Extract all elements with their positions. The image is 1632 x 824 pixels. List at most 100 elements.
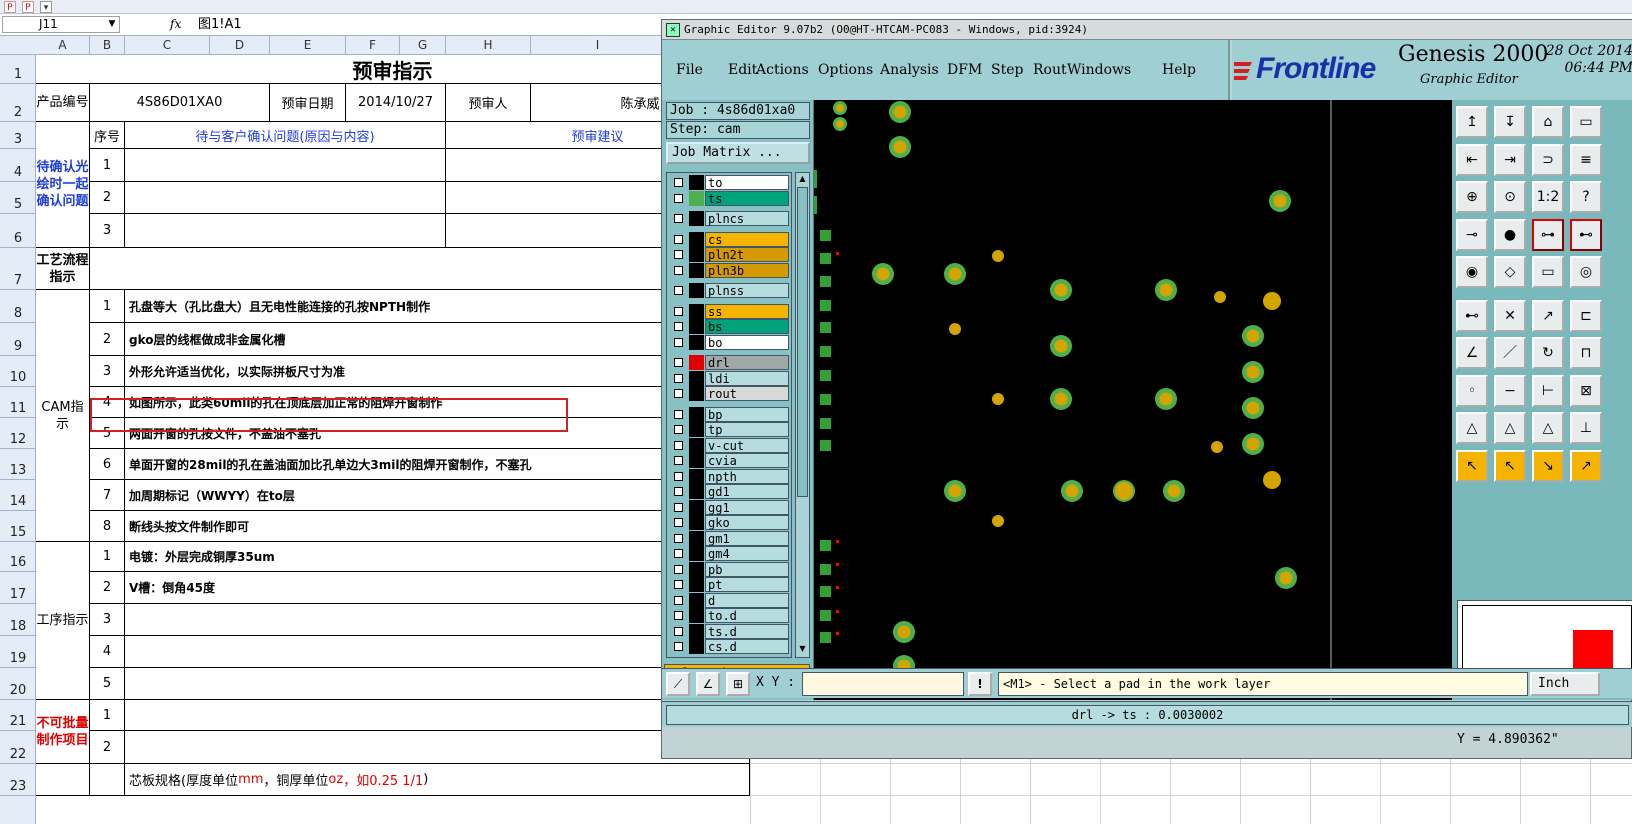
pad-center[interactable] xyxy=(1246,401,1260,415)
layer-checkbox[interactable] xyxy=(674,178,683,187)
pad-center[interactable] xyxy=(893,140,907,154)
layer-name[interactable]: d xyxy=(705,592,789,608)
layer-row[interactable]: cvia xyxy=(667,453,791,468)
layer-name[interactable]: ss xyxy=(705,303,789,319)
marker-dot[interactable] xyxy=(836,610,839,613)
layer-checkbox[interactable] xyxy=(674,471,683,481)
layer-checkbox[interactable] xyxy=(674,595,683,605)
layer-checkbox[interactable] xyxy=(674,502,683,512)
pad-center[interactable] xyxy=(948,484,962,498)
layer-color-swatch[interactable] xyxy=(689,303,704,319)
layer-checkbox[interactable] xyxy=(674,456,683,465)
process-item-cell[interactable] xyxy=(125,636,750,668)
copy-icon[interactable]: ◦ xyxy=(1456,374,1488,407)
link-icon[interactable]: ⊷ xyxy=(1570,218,1602,251)
smd-pad[interactable] xyxy=(820,230,831,241)
process-flow-label-cell[interactable]: 工艺流程指示 xyxy=(36,248,90,290)
arc-icon[interactable]: ⊓ xyxy=(1570,337,1602,369)
product-label-cell[interactable]: 产品编号 xyxy=(36,84,90,122)
layer-row[interactable]: ts.d xyxy=(667,623,791,639)
layer-name[interactable]: gd1 xyxy=(705,484,789,499)
layer-color-swatch[interactable] xyxy=(689,319,704,334)
pad-center[interactable] xyxy=(893,105,907,119)
circle-icon[interactable]: ◎ xyxy=(1570,256,1602,288)
layer-row[interactable]: gm4 xyxy=(667,546,791,561)
resize-icon[interactable]: ⊢ xyxy=(1532,374,1564,407)
drill-pad[interactable] xyxy=(1211,441,1223,453)
marker-dot[interactable] xyxy=(836,252,839,255)
perp-icon[interactable]: ⊥ xyxy=(1570,412,1602,444)
pan-icon[interactable]: ⊃ xyxy=(1532,143,1564,176)
layer-checkbox[interactable] xyxy=(674,265,683,275)
grid-icon[interactable]: ⊞ xyxy=(726,672,750,696)
process-seq-cell[interactable]: 1 xyxy=(90,542,125,572)
not-batch-seq-cell[interactable]: 2 xyxy=(90,731,125,764)
layer-row[interactable]: rout xyxy=(667,386,791,401)
triangle-fill-icon[interactable]: △ xyxy=(1532,412,1564,444)
scale-icon[interactable]: 1:2 xyxy=(1532,181,1564,213)
reviewer-label-cell[interactable]: 预审人 xyxy=(446,84,531,122)
job-matrix-button[interactable]: Job Matrix ... xyxy=(666,142,810,164)
triangle-icon[interactable]: △ xyxy=(1456,412,1488,444)
layer-color-swatch[interactable] xyxy=(689,437,704,453)
layer-checkbox[interactable] xyxy=(674,549,683,558)
layer-name[interactable]: plnss xyxy=(705,283,789,298)
menu-options[interactable]: Options xyxy=(818,40,873,100)
drill-pad[interactable] xyxy=(992,393,1004,405)
confirm-issue-cell[interactable] xyxy=(125,214,446,248)
cam-seq-cell[interactable]: 8 xyxy=(90,511,125,542)
pad-center[interactable] xyxy=(1246,437,1260,451)
layer-name[interactable]: pln2t xyxy=(705,247,789,262)
smd-pad[interactable] xyxy=(820,394,831,405)
layer-row[interactable]: v-cut xyxy=(667,437,791,453)
process-seq-cell[interactable]: 4 xyxy=(90,636,125,668)
alert-icon[interactable]: ! xyxy=(968,672,992,696)
pad-center[interactable] xyxy=(876,267,890,281)
menu-file[interactable]: File xyxy=(676,40,703,100)
layer-name[interactable]: ts.d xyxy=(705,623,789,639)
xy-input[interactable] xyxy=(802,672,964,696)
confirm-label-cell[interactable]: 待确认光绘时一起确认问题 xyxy=(36,122,90,248)
layer-row[interactable]: bp xyxy=(667,406,791,422)
bracket-icon[interactable]: ⊏ xyxy=(1570,299,1602,332)
edge-trace[interactable] xyxy=(814,170,817,188)
process-label-cell[interactable]: 工序指示 xyxy=(36,542,90,700)
layer-color-swatch[interactable] xyxy=(689,577,704,592)
layer-row[interactable]: tp xyxy=(667,422,791,437)
layer-name[interactable]: gm4 xyxy=(705,546,789,561)
process-item-cell[interactable] xyxy=(125,604,750,636)
layer-checkbox[interactable] xyxy=(674,234,683,244)
menu-windows[interactable]: Windows xyxy=(1067,40,1131,100)
confirm-seq-cell[interactable]: 1 xyxy=(90,149,125,182)
layer-checkbox[interactable] xyxy=(674,214,683,223)
confirm-seq-cell[interactable]: 2 xyxy=(90,182,125,214)
smd-pad[interactable] xyxy=(820,322,831,333)
drill-pad-large[interactable] xyxy=(1115,482,1133,500)
smd-pad[interactable] xyxy=(820,564,831,575)
layer-row[interactable]: plncs xyxy=(667,211,791,226)
pad-center[interactable] xyxy=(1246,329,1260,343)
process-seq-cell[interactable]: 5 xyxy=(90,668,125,700)
smd-pad[interactable] xyxy=(820,610,831,621)
zoom-center-icon[interactable]: ⊙ xyxy=(1494,181,1526,213)
cam-item-cell[interactable]: 断线头按文件制作即可 xyxy=(125,511,750,542)
cam-seq-cell[interactable]: 1 xyxy=(90,290,125,323)
pad-center[interactable] xyxy=(1167,484,1181,498)
layer-color-swatch[interactable] xyxy=(689,608,704,623)
cam-item-cell[interactable]: 外形允许适当优化，以实际拼板尺寸为准 xyxy=(125,356,750,387)
angle-icon[interactable]: ∠ xyxy=(1456,337,1488,369)
edge-trace[interactable] xyxy=(814,196,817,214)
layer-checkbox[interactable] xyxy=(674,358,683,367)
layer-color-swatch[interactable] xyxy=(689,515,704,530)
layer-checkbox[interactable] xyxy=(674,440,683,450)
layer-color-swatch[interactable] xyxy=(689,561,704,577)
pad-center[interactable] xyxy=(1054,392,1068,406)
layer-checkbox[interactable] xyxy=(674,250,683,259)
process-item-cell[interactable]: 电镀：外层完成铜厚35um xyxy=(125,542,750,572)
process-item-cell[interactable]: V槽：倒角45度 xyxy=(125,572,750,604)
layer-name[interactable]: gm1 xyxy=(705,530,789,546)
layer-row[interactable]: pln2t xyxy=(667,247,791,262)
pad-center[interactable] xyxy=(1065,484,1079,498)
scroll-down-icon[interactable]: ▼ xyxy=(797,644,808,656)
process-seq-cell[interactable]: 2 xyxy=(90,572,125,604)
